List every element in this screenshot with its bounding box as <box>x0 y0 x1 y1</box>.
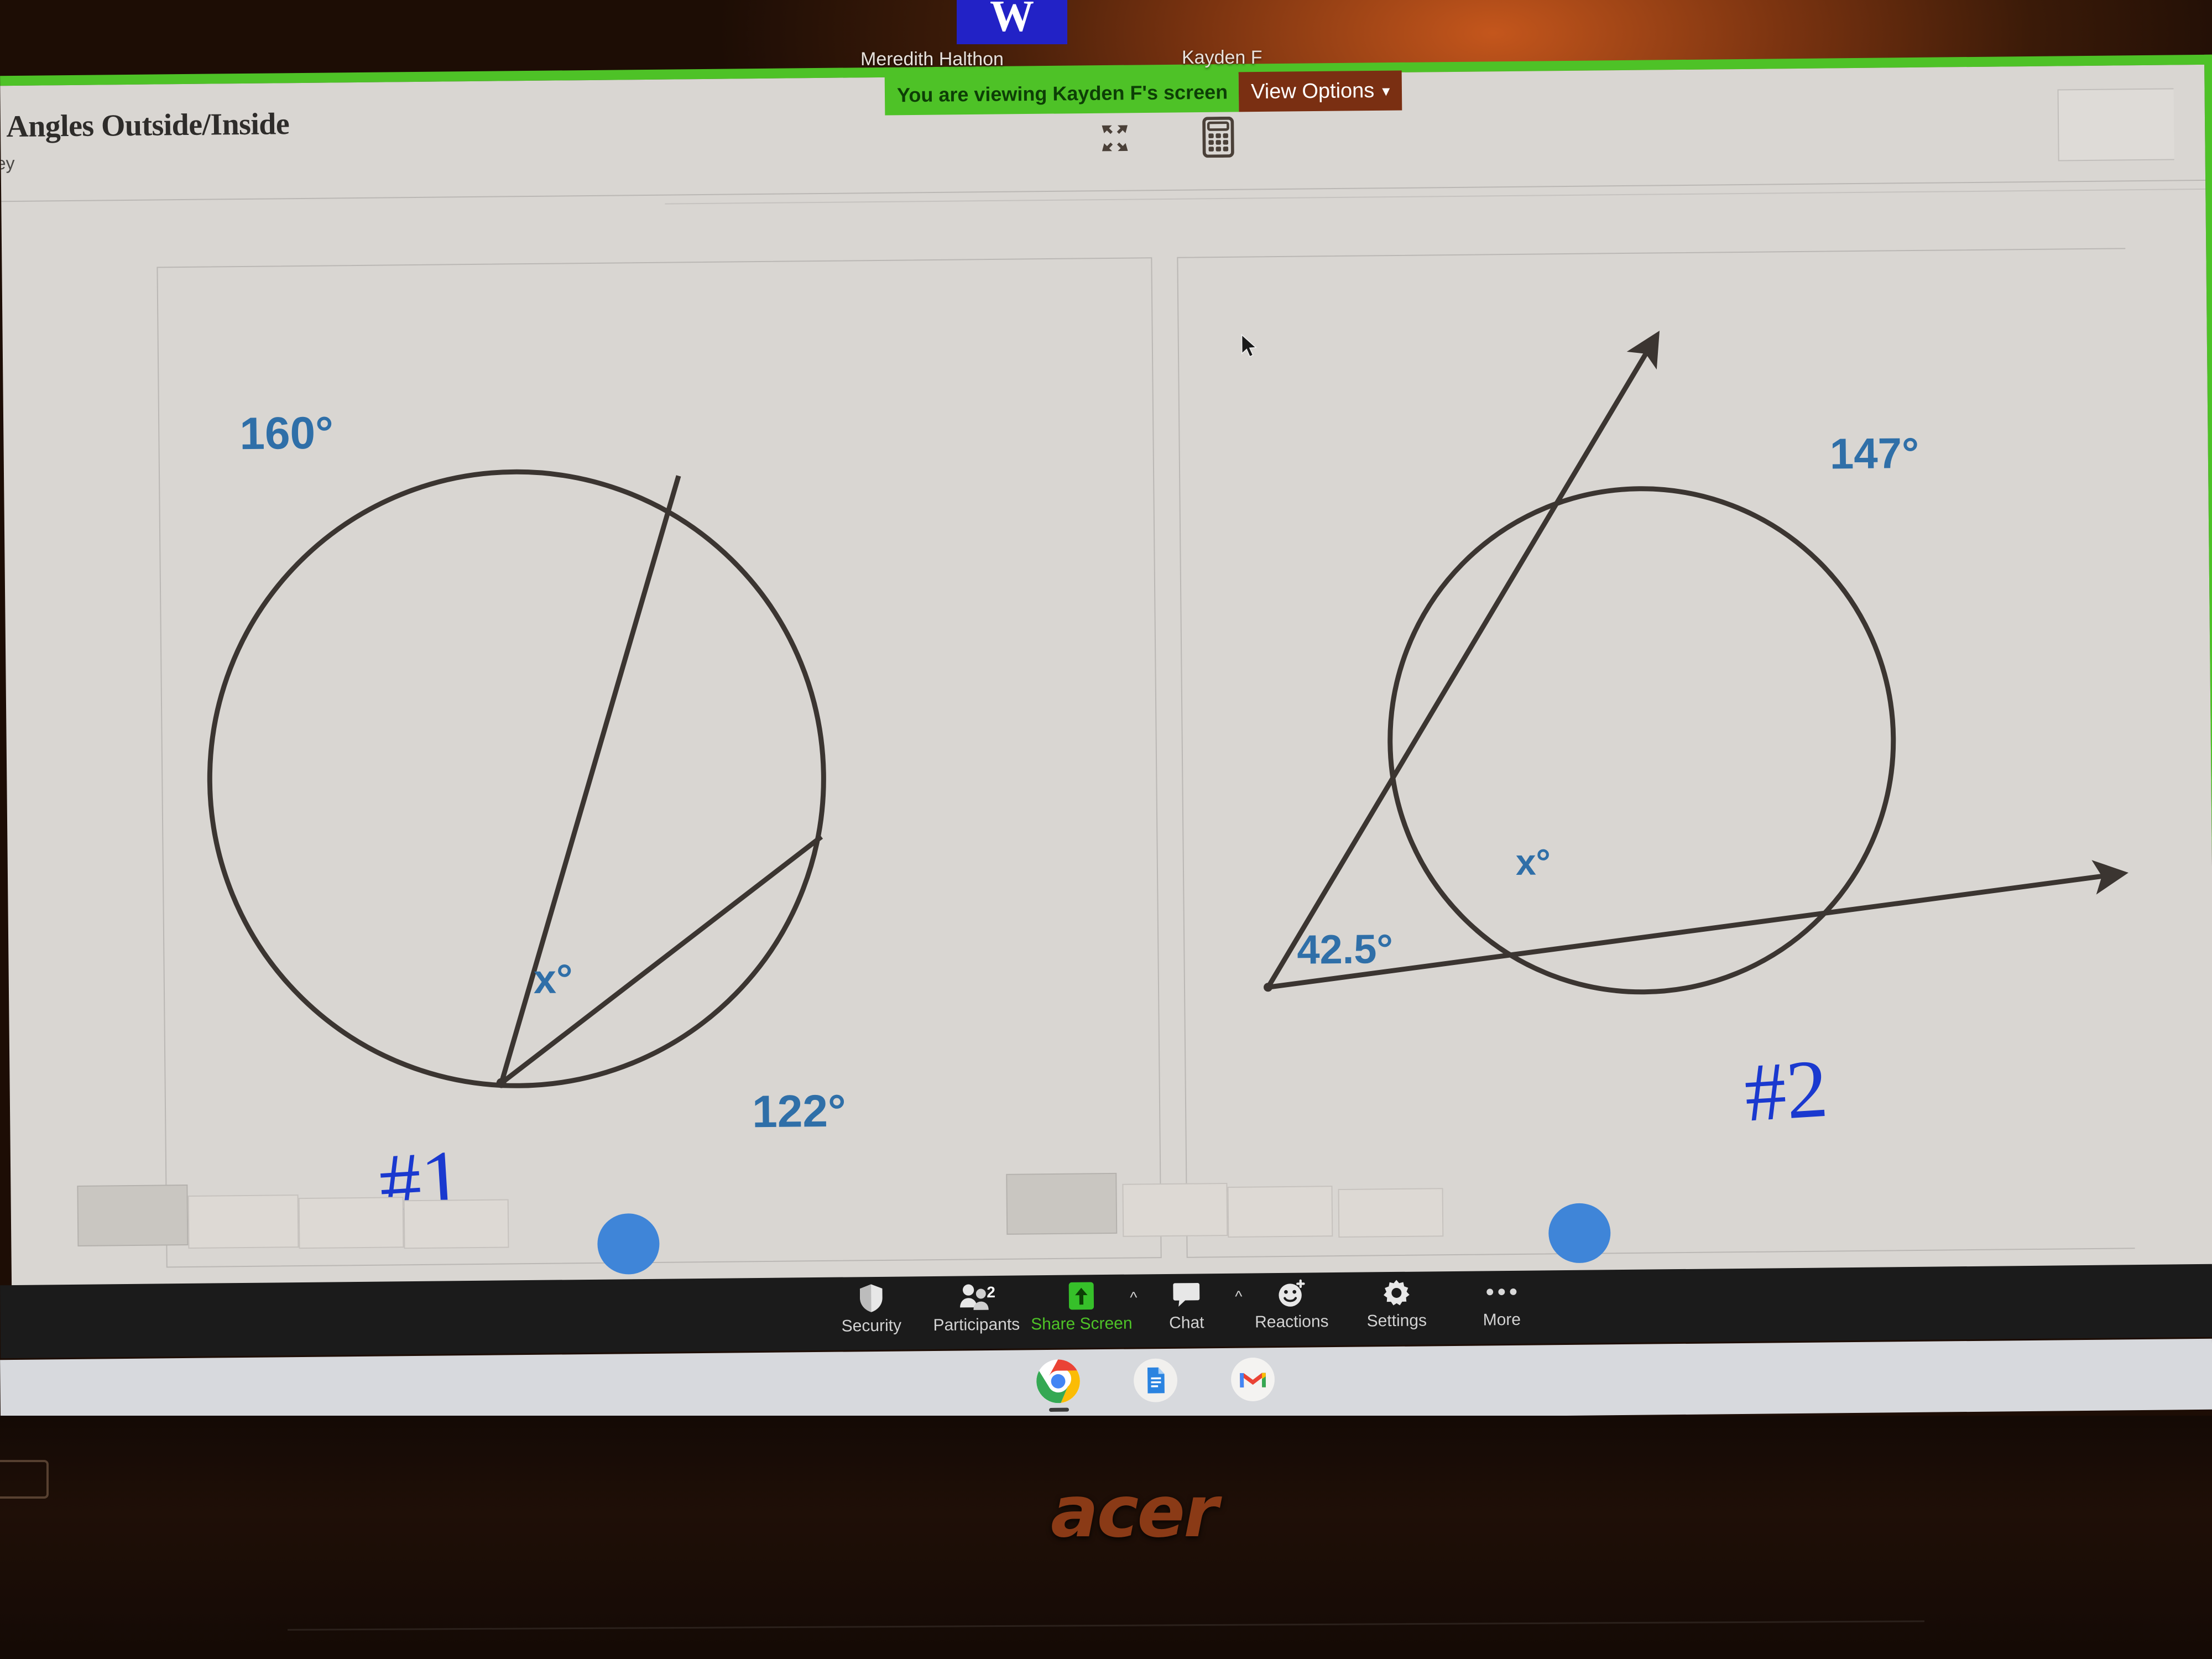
occluded-toolbar-item-7 <box>1227 1186 1333 1238</box>
viewing-screen-banner: You are viewing Kayden F's screen <box>884 72 1239 116</box>
chrome-running-indicator <box>1049 1407 1070 1412</box>
view-options-label: View Options <box>1250 79 1375 103</box>
occluded-toolbar-item-5 <box>1006 1172 1118 1235</box>
photo-of-laptop-screen: - Angles Outside/Inside ley 160° x° 122°… <box>0 0 2212 1659</box>
arc-label-160: 160° <box>239 408 334 460</box>
page-title: - Angles Outside/Inside <box>0 107 290 144</box>
control-more[interactable]: More <box>1449 1277 1554 1330</box>
arc-label-x-2: x° <box>1515 841 1551 883</box>
chrome-icon[interactable] <box>1034 1357 1082 1412</box>
arc-label-x-1: x° <box>533 956 573 1003</box>
control-reactions[interactable]: Reactions <box>1239 1279 1344 1332</box>
arc-label-147: 147° <box>1829 428 1919 478</box>
occluded-fab-button-1 <box>597 1213 660 1275</box>
participants-count-badge: 2 <box>987 1283 996 1301</box>
arc-label-122: 122° <box>752 1086 847 1138</box>
control-participants[interactable]: 2 Participants <box>924 1282 1029 1335</box>
control-chat[interactable]: ^ Chat <box>1134 1280 1243 1333</box>
zoom-top-bar: You are viewing Kayden F's screen View O… <box>884 70 1402 116</box>
control-label: Reactions <box>1254 1312 1329 1332</box>
laptop-left-port <box>0 1460 49 1499</box>
problem-panel-1: 160° x° 122° #1 <box>156 257 1162 1268</box>
worksheet-area: 160° x° 122° #1 147° x° 42.5° #2 <box>156 248 2135 1301</box>
participant-video-tile[interactable]: W <box>957 0 1067 44</box>
view-options-button[interactable]: View Options ▾ <box>1238 70 1402 112</box>
participant-name-1: Meredith Halthon <box>860 49 1004 70</box>
shared-screen-content: - Angles Outside/Inside ley 160° x° 122°… <box>0 64 2212 1321</box>
chord-1a <box>499 475 681 1084</box>
shelf-icon-group <box>1034 1355 1277 1412</box>
circle-diagram-2 <box>1264 331 2128 995</box>
control-label: Settings <box>1366 1311 1427 1331</box>
occluded-toolbar-item-4 <box>403 1199 509 1249</box>
external-vertex-point-2 <box>1264 983 1273 992</box>
page-subtitle: ley <box>0 153 15 174</box>
control-settings[interactable]: Settings <box>1344 1278 1449 1331</box>
secant-ray-upper <box>1266 331 1660 989</box>
occluded-toolbar-item-8 <box>1338 1188 1444 1238</box>
occluded-toolbar-item-3 <box>298 1197 404 1249</box>
control-label: More <box>1483 1310 1521 1329</box>
control-share-screen[interactable]: ^ Share Screen <box>1029 1281 1138 1334</box>
handwritten-problem-number-2: #2 <box>1741 1042 1830 1139</box>
laptop-screen: - Angles Outside/Inside ley 160° x° 122°… <box>0 54 2212 1332</box>
occluded-fab-button-2 <box>1548 1203 1611 1264</box>
zoom-controls-row: Security 2 Participants ^ Share Screen ^… <box>818 1277 1554 1336</box>
occluded-toolbar-item-2 <box>187 1194 299 1249</box>
shared-content-toolbar <box>1098 116 1236 159</box>
gear-icon <box>1381 1279 1411 1308</box>
angle-label-42-5: 42.5° <box>1296 926 1394 973</box>
mouse-cursor <box>1241 333 1258 358</box>
control-security[interactable]: Security <box>818 1283 924 1336</box>
acer-brand-logo: acer <box>1051 1471 1218 1553</box>
more-ellipsis-icon <box>1485 1277 1517 1307</box>
occluded-toolbar-item-1 <box>77 1185 189 1246</box>
share-screen-icon <box>1067 1281 1095 1310</box>
control-label: Participants <box>933 1315 1020 1335</box>
calculator-icon[interactable] <box>1201 116 1236 158</box>
problem-panel-2: 147° x° 42.5° #2 <box>1177 248 2135 1258</box>
circle-1-outline <box>207 469 826 1088</box>
google-docs-icon[interactable] <box>1131 1357 1180 1405</box>
occluded-toolbar-item-6 <box>1122 1182 1228 1237</box>
control-label: Security <box>841 1316 902 1335</box>
circle-2-outline <box>1387 486 1896 995</box>
right-side-panel <box>2057 88 2174 161</box>
participant-name-2: Kayden F <box>1182 47 1262 68</box>
reactions-icon <box>1276 1279 1307 1309</box>
gmail-icon[interactable] <box>1229 1355 1277 1404</box>
control-label: Chat <box>1168 1313 1204 1332</box>
control-label: Share Screen <box>1030 1314 1133 1334</box>
chord-vertex-point-1 <box>496 1078 507 1088</box>
secant-ray-lower <box>1267 860 2128 990</box>
chevron-down-icon: ▾ <box>1382 82 1390 100</box>
chat-icon <box>1171 1280 1201 1310</box>
fullscreen-icon[interactable] <box>1098 121 1133 156</box>
header-divider-secondary <box>665 188 2206 205</box>
shield-icon <box>857 1284 885 1312</box>
